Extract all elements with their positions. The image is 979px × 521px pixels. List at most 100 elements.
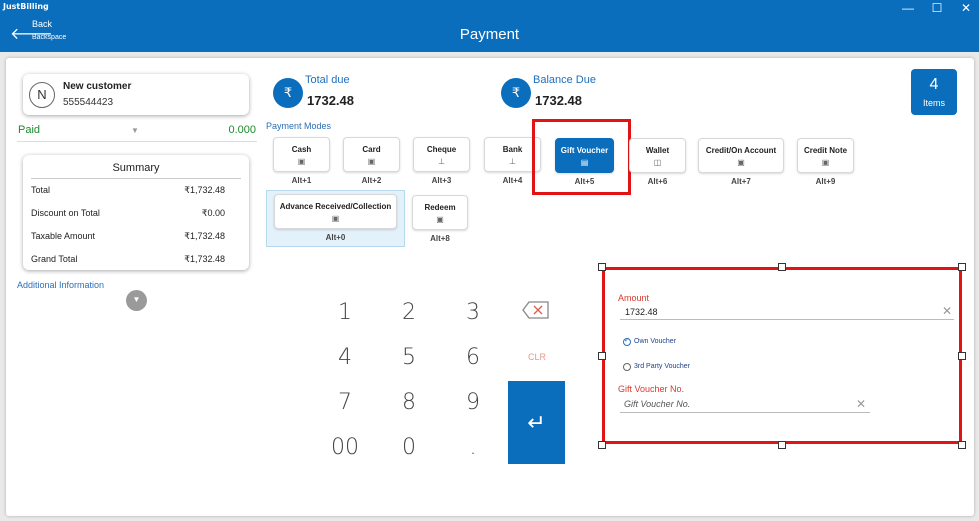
card-icon: ▣ — [367, 157, 376, 166]
voucher-number-field[interactable]: Gift Voucher No. — [624, 399, 690, 409]
mode-shortcut: Alt+9 — [815, 177, 836, 186]
mode-shortcut: Alt+7 — [731, 177, 751, 186]
wallet-icon: ◫ — [653, 158, 662, 167]
credit-note-icon: ▣ — [821, 158, 830, 167]
summary-value: ₹1,732.48 — [184, 254, 225, 264]
divider — [31, 178, 241, 179]
mode-label: Credit Note — [803, 146, 848, 155]
gift-voucher-form — [602, 267, 962, 444]
maximize-button[interactable]: ☐ — [922, 0, 952, 17]
enter-button[interactable]: ↵ — [508, 381, 565, 464]
voucher-number-label: Gift Voucher No. — [618, 384, 685, 394]
clear-voucher-number-icon[interactable]: ✕ — [856, 397, 866, 411]
rupee-icon: ₹ — [273, 78, 303, 108]
resize-handle[interactable] — [958, 441, 966, 449]
mode-label: Cheque — [426, 145, 457, 154]
key-5[interactable]: 5 — [389, 345, 429, 373]
key-9[interactable]: 9 — [453, 390, 493, 418]
customer-avatar: N — [29, 82, 55, 108]
additional-information-link[interactable]: Additional Information — [17, 280, 104, 290]
resize-handle[interactable] — [598, 352, 606, 360]
summary-value: ₹1,732.48 — [184, 231, 225, 241]
paid-label: Paid — [18, 124, 41, 136]
mode-label: Cash — [291, 145, 312, 154]
clear-button[interactable]: CLR — [522, 352, 552, 362]
key-3[interactable]: 3 — [453, 300, 493, 328]
resize-handle[interactable] — [778, 263, 786, 271]
mode-label: Wallet — [645, 146, 670, 155]
key-8[interactable]: 8 — [389, 390, 429, 418]
items-label: Items — [922, 98, 945, 108]
mode-credit-account-button[interactable]: Credit/On Account ▣ — [698, 138, 784, 173]
mode-shortcut: Alt+1 — [291, 176, 312, 185]
page-title: Payment — [459, 26, 520, 43]
customer-phone: 555544423 — [63, 97, 114, 108]
window-titlebar: JustBilling — ☐ ✕ — [0, 0, 979, 17]
balance-due-value: 1732.48 — [535, 93, 582, 108]
mode-label: Card — [362, 145, 381, 154]
field-underline — [620, 412, 870, 413]
minimize-button[interactable]: — — [893, 0, 923, 17]
total-due-label: Total due — [305, 74, 350, 86]
mode-credit-note-button[interactable]: Credit Note ▣ — [797, 138, 854, 173]
amount-field[interactable]: 1732.48 — [625, 307, 658, 317]
mode-shortcut: Alt+2 — [361, 176, 382, 185]
mode-advance-received-button[interactable]: Advance Received/Collection ▣ — [274, 194, 397, 229]
resize-handle[interactable] — [598, 441, 606, 449]
resize-handle[interactable] — [598, 263, 606, 271]
resize-handle[interactable] — [958, 263, 966, 271]
mode-label: Advance Received/Collection — [279, 202, 392, 211]
items-count-button[interactable]: 4 Items — [911, 69, 957, 115]
paid-dropdown-chevron-icon[interactable]: ▼ — [131, 126, 139, 135]
gift-voucher-highlight — [532, 119, 631, 195]
expand-chevron-icon[interactable]: ▼ — [126, 290, 147, 311]
mode-label: Redeem — [424, 203, 456, 212]
mode-label: Credit/On Account — [705, 146, 777, 155]
redeem-icon: ▣ — [436, 215, 444, 224]
key-decimal[interactable]: . — [453, 435, 493, 463]
close-window-button[interactable]: ✕ — [951, 0, 979, 17]
own-voucher-radio[interactable] — [623, 336, 631, 346]
paid-value: 0.000 — [228, 124, 256, 136]
summary-label: Taxable Amount — [31, 231, 96, 241]
summary-card: Summary Total ₹1,732.48 Discount on Tota… — [23, 155, 249, 270]
divider — [17, 141, 257, 142]
key-7[interactable]: 7 — [325, 390, 365, 418]
items-count: 4 — [929, 76, 939, 93]
third-party-voucher-label: 3rd Party Voucher — [634, 363, 691, 370]
credit-account-icon: ▣ — [737, 158, 745, 167]
key-00[interactable]: 00 — [325, 435, 365, 463]
clear-amount-icon[interactable]: ✕ — [942, 304, 952, 318]
cash-icon: ▣ — [297, 157, 306, 166]
mode-shortcut: Alt+0 — [325, 233, 346, 242]
rupee-icon: ₹ — [501, 78, 531, 108]
customer-card[interactable]: N New customer 555544423 — [23, 74, 249, 115]
summary-label: Discount on Total — [31, 208, 100, 218]
mode-wallet-button[interactable]: Wallet ◫ — [629, 138, 686, 173]
resize-handle[interactable] — [778, 441, 786, 449]
resize-handle[interactable] — [958, 352, 966, 360]
key-6[interactable]: 6 — [453, 345, 493, 373]
page-header: 🡐 Back Backspace Payment — [0, 17, 979, 52]
key-2[interactable]: 2 — [389, 300, 429, 328]
amount-label: Amount — [618, 293, 650, 303]
mode-shortcut: Alt+6 — [647, 177, 668, 186]
balance-due-label: Balance Due — [533, 74, 596, 86]
key-4[interactable]: 4 — [325, 345, 365, 373]
key-1[interactable]: 1 — [325, 300, 365, 328]
summary-value: ₹1,732.48 — [184, 185, 225, 195]
advance-icon: ▣ — [331, 214, 340, 223]
app-logo: JustBilling — [3, 2, 49, 11]
backspace-icon[interactable] — [521, 300, 551, 320]
key-0[interactable]: 0 — [389, 435, 429, 463]
summary-label: Grand Total — [31, 254, 78, 264]
own-voucher-label: Own Voucher — [634, 338, 677, 345]
summary-title: Summary — [112, 162, 160, 174]
cheque-icon: ⊥ — [438, 157, 445, 166]
mode-cheque-button[interactable]: Cheque ⊥ — [413, 137, 470, 172]
mode-redeem-button[interactable]: Redeem ▣ — [412, 195, 468, 230]
mode-cash-button[interactable]: Cash ▣ — [273, 137, 330, 172]
mode-card-button[interactable]: Card ▣ — [343, 137, 400, 172]
total-due-value: 1732.48 — [307, 93, 354, 108]
third-party-voucher-radio[interactable] — [623, 363, 631, 371]
